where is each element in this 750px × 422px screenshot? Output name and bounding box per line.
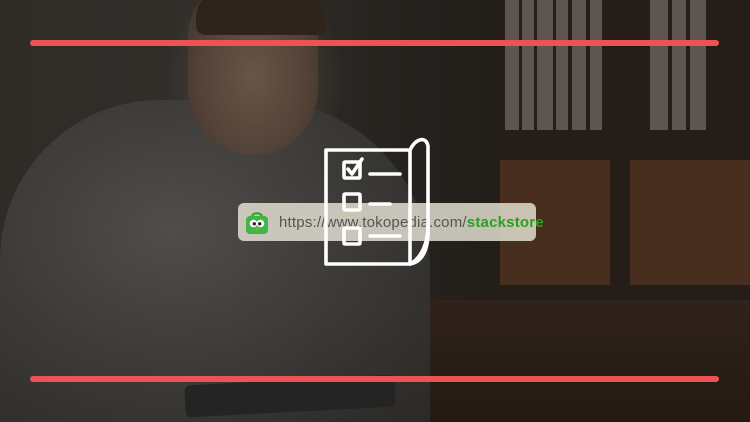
hero-banner: https://www.tokopedia.com/stackstore: [0, 0, 750, 422]
checklist-document-icon: [324, 137, 430, 266]
url-store-path: stackstore: [466, 213, 544, 231]
bottom-accent-bar: [30, 376, 719, 382]
tokopedia-bag-icon: [244, 209, 270, 235]
top-accent-bar: [30, 40, 719, 46]
